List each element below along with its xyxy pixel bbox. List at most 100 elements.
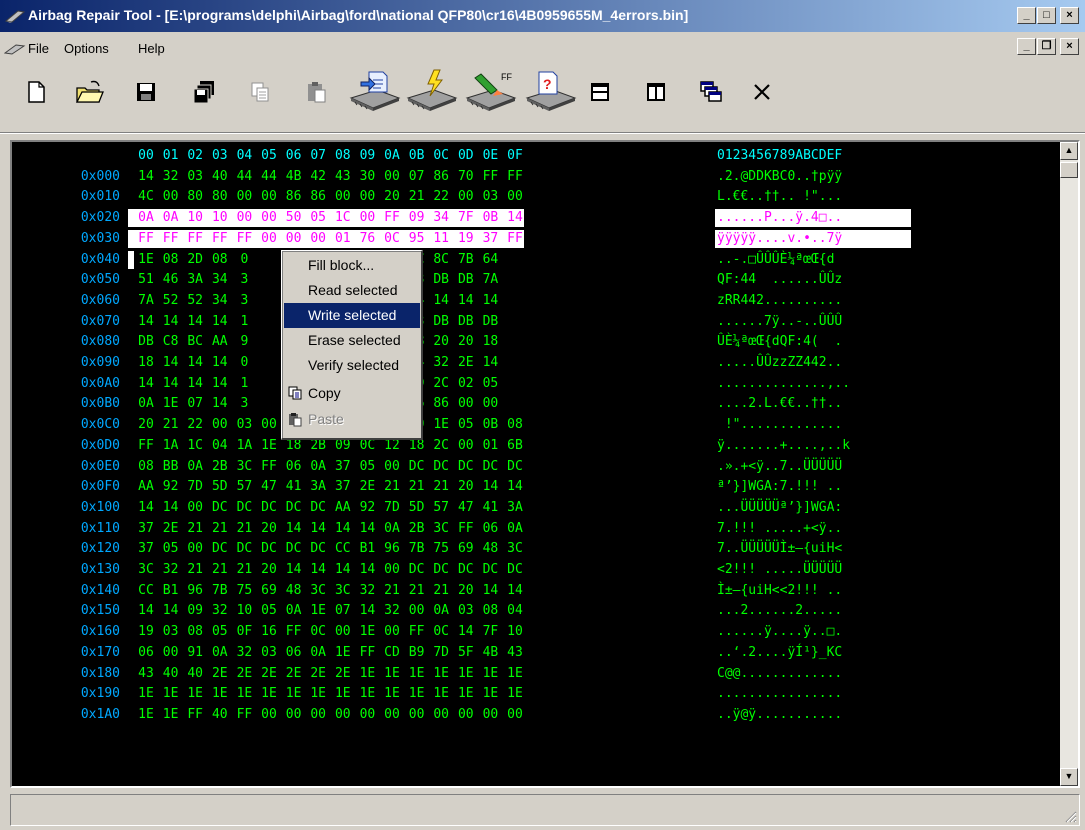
hex-byte[interactable]: 06 xyxy=(282,643,306,663)
hex-byte[interactable]: DC xyxy=(208,539,232,559)
hex-byte[interactable]: 14 xyxy=(355,601,379,621)
hex-byte[interactable]: 00 xyxy=(380,622,404,642)
hex-byte[interactable]: 14 xyxy=(478,477,502,497)
hex-byte[interactable]: 00 xyxy=(159,643,183,663)
hex-byte[interactable]: 14 xyxy=(183,374,207,394)
hex-byte[interactable]: 14 xyxy=(208,312,232,332)
ascii-text[interactable]: QF:44 ......ÛÛz xyxy=(717,270,917,290)
hex-byte[interactable]: 46 xyxy=(159,270,183,290)
hex-byte[interactable]: 14 xyxy=(208,374,232,394)
hex-byte[interactable]: 10 xyxy=(232,601,256,621)
hex-byte[interactable]: 1C xyxy=(331,208,355,228)
hex-byte[interactable]: 1E xyxy=(429,664,453,684)
ascii-text[interactable]: .....ÛÛzzZZ442.. xyxy=(717,353,917,373)
ascii-text[interactable]: 7..ÜÜÜÜÜÌ±–{uiH< xyxy=(717,539,917,559)
hex-byte[interactable]: 14 xyxy=(503,477,527,497)
hex-byte[interactable]: 3A xyxy=(183,270,207,290)
hex-byte[interactable]: DB xyxy=(454,270,478,290)
hex-byte[interactable]: 00 xyxy=(331,622,355,642)
hex-byte[interactable]: 0 xyxy=(232,250,256,270)
hex-view[interactable]: 00 01 02 03 04 05 06 07 08 09 0A 0B 0C 0D 0E 0F 01234567… xyxy=(12,142,1060,786)
hex-byte[interactable]: 32 xyxy=(380,601,404,621)
hex-byte[interactable]: 02 xyxy=(454,374,478,394)
hex-byte[interactable]: 00 xyxy=(380,457,404,477)
hex-byte[interactable]: 0B xyxy=(478,208,502,228)
hex-byte[interactable]: 86 xyxy=(429,394,453,414)
hex-byte[interactable]: B9 xyxy=(405,643,429,663)
hex-byte[interactable]: 1E xyxy=(429,684,453,704)
mdi-minimize-button[interactable]: _ xyxy=(1017,38,1036,55)
hex-byte[interactable]: FF xyxy=(134,229,158,249)
hex-byte[interactable]: 7D xyxy=(183,477,207,497)
hex-byte[interactable]: 86 xyxy=(429,167,453,187)
hex-byte[interactable]: DC xyxy=(454,560,478,580)
hex-byte[interactable]: 14 xyxy=(454,291,478,311)
hex-byte[interactable]: 1E xyxy=(282,684,306,704)
hex-byte[interactable]: 0A xyxy=(429,601,453,621)
hex-byte[interactable]: 21 xyxy=(183,519,207,539)
hex-byte[interactable]: DC xyxy=(405,457,429,477)
hex-byte[interactable]: 40 xyxy=(183,664,207,684)
hex-byte[interactable]: 18 xyxy=(478,332,502,352)
hex-byte[interactable]: 1E xyxy=(134,684,158,704)
hex-byte[interactable]: 14 xyxy=(282,519,306,539)
hex-byte[interactable]: 86 xyxy=(306,187,330,207)
hex-byte[interactable]: 57 xyxy=(232,477,256,497)
hex-byte[interactable]: DC xyxy=(232,539,256,559)
hex-byte[interactable]: 1E xyxy=(208,684,232,704)
hex-byte[interactable]: 14 xyxy=(134,167,158,187)
hex-byte[interactable]: B1 xyxy=(159,581,183,601)
hex-byte[interactable]: 1E xyxy=(159,684,183,704)
hex-byte[interactable]: 48 xyxy=(282,581,306,601)
hex-byte[interactable]: 11 xyxy=(429,229,453,249)
hex-byte[interactable]: 00 xyxy=(208,415,232,435)
hex-byte[interactable]: 1C xyxy=(183,436,207,456)
hex-byte[interactable]: DC xyxy=(478,560,502,580)
ascii-text[interactable]: ..‘.2....ÿÍ¹}_KC xyxy=(717,643,917,663)
hex-byte[interactable]: DC xyxy=(257,498,281,518)
hex-byte[interactable]: 00 xyxy=(355,187,379,207)
hex-byte[interactable]: 9 xyxy=(232,332,256,352)
hex-byte[interactable]: 44 xyxy=(257,167,281,187)
hex-byte[interactable]: 00 xyxy=(355,208,379,228)
hex-byte[interactable]: 47 xyxy=(454,498,478,518)
hex-byte[interactable]: 32 xyxy=(159,167,183,187)
hex-byte[interactable]: FF xyxy=(380,208,404,228)
resize-grip-icon[interactable] xyxy=(1063,809,1077,823)
hex-byte[interactable]: 76 xyxy=(355,229,379,249)
split-horizontal-button[interactable] xyxy=(584,76,616,108)
hex-byte[interactable]: 14 xyxy=(159,601,183,621)
hex-byte[interactable]: 21 xyxy=(208,519,232,539)
minimize-button[interactable]: _ xyxy=(1017,7,1036,24)
hex-byte[interactable]: 1E xyxy=(331,643,355,663)
hex-byte[interactable]: 7B xyxy=(454,250,478,270)
ascii-text[interactable]: ÛÈ¼ªœŒ{dQF:4( . xyxy=(717,332,917,352)
hex-byte[interactable]: AA xyxy=(331,498,355,518)
hex-byte[interactable]: 20 xyxy=(454,332,478,352)
close-document-button[interactable] xyxy=(746,76,778,108)
hex-byte[interactable]: 3C xyxy=(306,581,330,601)
cascade-button[interactable] xyxy=(694,76,726,108)
hex-byte[interactable]: 00 xyxy=(454,436,478,456)
hex-byte[interactable]: 20 xyxy=(257,560,281,580)
hex-byte[interactable]: 00 xyxy=(478,394,502,414)
hex-byte[interactable]: 20 xyxy=(257,519,281,539)
hex-byte[interactable]: 14 xyxy=(306,560,330,580)
hex-byte[interactable]: 14 xyxy=(478,353,502,373)
hex-byte[interactable]: 92 xyxy=(159,477,183,497)
hex-byte[interactable]: 4C xyxy=(134,187,158,207)
hex-byte[interactable]: 1A xyxy=(159,436,183,456)
hex-byte[interactable]: DC xyxy=(232,498,256,518)
menu-options[interactable]: Options xyxy=(64,41,109,56)
hex-byte[interactable]: 47 xyxy=(257,477,281,497)
hex-byte[interactable]: 1E xyxy=(429,415,453,435)
ascii-text[interactable]: zRR442.......... xyxy=(717,291,917,311)
verify-chip-button[interactable]: ? xyxy=(523,68,579,112)
hex-byte[interactable]: 14 xyxy=(355,519,379,539)
hex-byte[interactable]: 20 xyxy=(429,332,453,352)
hex-byte[interactable]: 2E xyxy=(159,519,183,539)
hex-byte[interactable]: 00 xyxy=(478,705,502,725)
hex-byte[interactable]: 51 xyxy=(134,270,158,290)
hex-byte[interactable]: 1E xyxy=(134,250,158,270)
ascii-text[interactable]: C@@............. xyxy=(717,664,917,684)
